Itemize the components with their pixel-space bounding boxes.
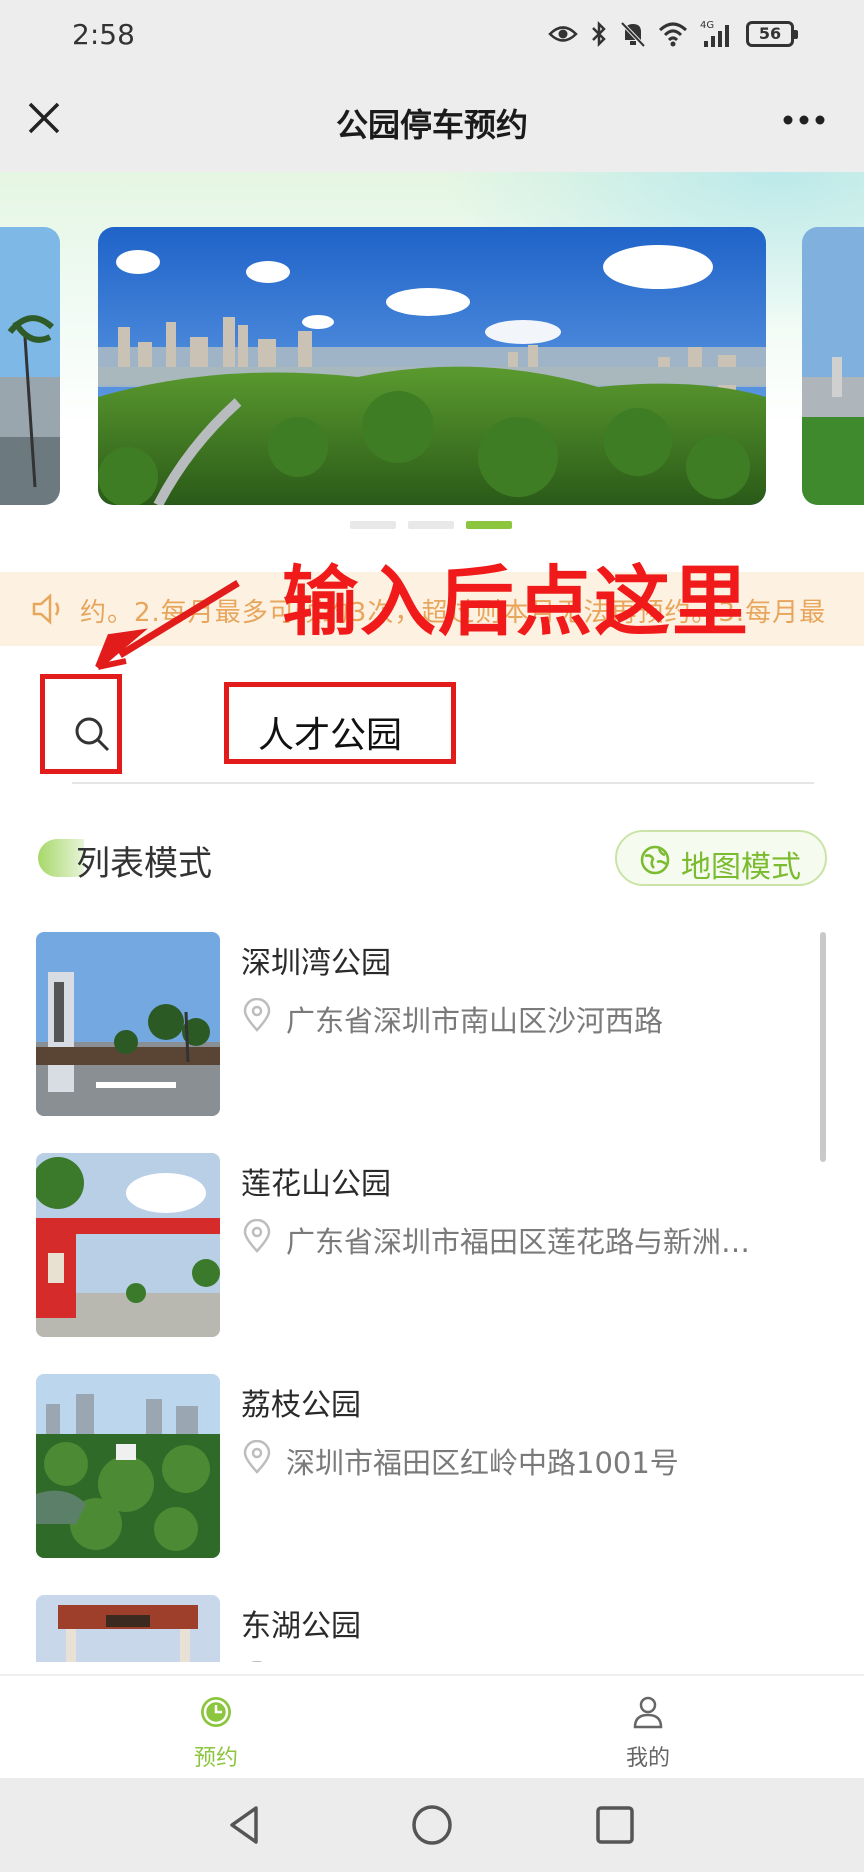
location-pin-icon <box>243 998 271 1032</box>
signal-icon: 4G <box>700 20 729 47</box>
park-thumbnail <box>36 932 220 1116</box>
map-mode-button[interactable]: 地图模式 <box>615 830 827 886</box>
speaker-icon <box>32 593 60 625</box>
banner-slide-next[interactable] <box>802 227 864 505</box>
status-bar: 2:58 4G 56 <box>0 0 864 72</box>
title-bar: 公园停车预约 <box>0 72 864 172</box>
tab-mine-label: 我的 <box>625 1746 670 1771</box>
tab-mine[interactable]: 我的 <box>548 1676 748 1780</box>
home-circle-icon[interactable] <box>409 1802 455 1848</box>
annotation-arrow-icon <box>95 580 240 670</box>
search-underline <box>72 782 814 784</box>
park-address: 广东省深圳市南山区沙河西路 <box>286 1004 664 1038</box>
tab-book[interactable]: 预约 <box>116 1676 316 1780</box>
location-pin-icon <box>243 1219 271 1253</box>
svg-text:4G: 4G <box>700 20 714 31</box>
banner-carousel[interactable] <box>0 172 864 542</box>
park-name: 东湖公园 <box>241 1609 361 1644</box>
annotation-box-search <box>40 674 122 774</box>
banner-slide-prev[interactable] <box>0 227 60 505</box>
tab-book-label: 预约 <box>193 1746 238 1771</box>
system-nav-bar <box>0 1778 864 1872</box>
park-list[interactable]: 深圳湾公园 广东省深圳市南山区沙河西路 莲花山公园 广东省深圳市福田区莲花路与新… <box>0 918 864 1662</box>
park-address: 深圳市福田区红岭中路1001号 <box>286 1446 679 1480</box>
mute-bell-icon <box>620 21 646 48</box>
park-name: 荔枝公园 <box>241 1388 361 1423</box>
park-item[interactable]: 莲花山公园 广东省深圳市福田区莲花路与新洲… <box>36 1139 826 1337</box>
carousel-dot-active[interactable] <box>466 521 512 529</box>
status-time: 2:58 <box>72 18 135 51</box>
park-address: 广东省深圳市福田区莲花路与新洲… <box>286 1225 751 1259</box>
banner-slide-main[interactable] <box>98 227 766 505</box>
park-thumbnail <box>36 1374 220 1558</box>
back-triangle-icon[interactable] <box>222 1802 268 1848</box>
park-item[interactable]: 荔枝公园 深圳市福田区红岭中路1001号 <box>36 1360 826 1558</box>
recent-apps-icon[interactable] <box>592 1802 638 1848</box>
more-button[interactable] <box>780 102 828 138</box>
park-item[interactable]: 东湖公园 <box>36 1581 826 1662</box>
park-item[interactable]: 深圳湾公园 广东省深圳市南山区沙河西路 <box>36 918 826 1116</box>
page-title: 公园停车预约 <box>335 106 528 144</box>
park-thumbnail <box>36 1595 220 1662</box>
battery-indicator: 56 <box>746 21 798 47</box>
list-header: 列表模式 地图模式 <box>0 820 864 896</box>
user-icon <box>633 1696 663 1729</box>
location-pin-icon <box>243 1440 271 1474</box>
list-scrollbar[interactable] <box>820 932 826 1162</box>
annotation-text: 输入后点这里 <box>282 557 750 646</box>
wifi-icon <box>658 22 688 47</box>
location-pin-icon <box>251 1661 263 1662</box>
carousel-dot[interactable] <box>408 521 454 529</box>
park-name: 莲花山公园 <box>241 1167 391 1202</box>
annotation-box-input <box>224 682 456 764</box>
more-dots-icon <box>783 115 825 125</box>
park-name: 深圳湾公园 <box>241 946 391 981</box>
carousel-dot[interactable] <box>350 521 396 529</box>
clock-icon <box>201 1697 231 1727</box>
bluetooth-icon <box>592 20 606 48</box>
map-mode-label: 地图模式 <box>681 850 801 885</box>
eye-icon <box>548 26 578 42</box>
tab-bar: 预约 我的 <box>0 1674 864 1778</box>
carousel-dots <box>350 521 512 529</box>
list-mode-title: 列表模式 <box>76 844 212 884</box>
globe-icon <box>640 845 670 875</box>
park-thumbnail <box>36 1153 220 1337</box>
status-icons: 4G 56 <box>548 16 798 52</box>
